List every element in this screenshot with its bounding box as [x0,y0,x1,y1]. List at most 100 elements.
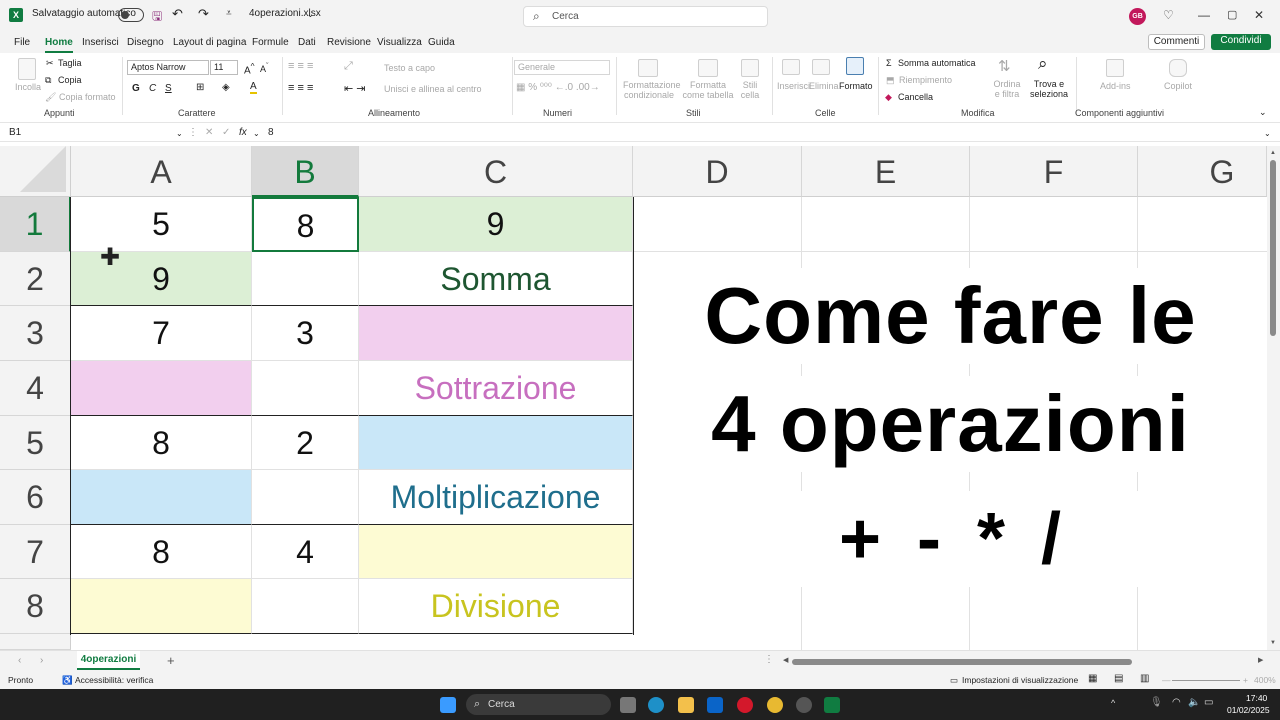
row-header-7[interactable]: 7 [0,525,71,579]
cell-c8[interactable]: Divisione [359,579,633,634]
format-table-button[interactable]: Formatta come tabella [679,80,737,100]
indent-icon[interactable]: ⇤ ⇥ [344,82,366,95]
cell-c6[interactable]: Moltiplicazione [359,470,633,525]
format-table-icon[interactable] [698,59,718,77]
cell-styles-icon[interactable] [741,59,759,77]
row-header-4[interactable]: 4 [0,361,71,416]
italic-button[interactable]: C [149,83,156,94]
minimize-icon[interactable]: — [1198,8,1210,22]
share-button[interactable]: Condividi [1211,34,1271,50]
file-explorer-icon[interactable] [678,697,694,713]
name-box[interactable]: B1 [9,127,21,138]
tab-file[interactable]: File [14,37,30,48]
align-top-icon[interactable]: ≡ ≡ ≡ [288,60,313,72]
cell-a5[interactable]: 8 [71,416,252,470]
excel-taskbar-icon[interactable] [824,697,840,713]
clock-date[interactable]: 01/02/2025 [1227,705,1270,715]
cell-a4[interactable] [71,361,252,416]
currency-icon[interactable]: ▦ % ⁰⁰⁰ ←.0 .00→ [516,82,600,93]
clock-time[interactable]: 17:40 [1246,693,1267,703]
search-input[interactable]: Cerca [523,6,768,27]
borders-icon[interactable]: ⊞ [196,82,204,93]
format-cells-button[interactable]: Formato [839,81,873,91]
eraser-icon[interactable]: ◆ [885,92,892,103]
restore-icon[interactable]: ▢ [1227,8,1237,21]
cell-c2[interactable]: Somma [359,252,633,306]
row-header-8[interactable]: 8 [0,579,71,634]
fill-icon[interactable]: ⬒ [886,75,895,86]
horizontal-scroll-thumb[interactable] [792,659,1132,665]
chrome-icon[interactable] [767,697,783,713]
cell-a1[interactable]: 5 [71,197,252,252]
cell-a2[interactable]: 9 [71,252,252,306]
expand-formula-icon[interactable]: ⌄ [1264,129,1271,138]
tab-insert[interactable]: Inserisci [82,37,119,48]
name-box-chevron-icon[interactable]: ⌄ [176,129,183,138]
vertical-scroll-thumb[interactable] [1270,160,1276,336]
row-header-3[interactable]: 3 [0,306,71,361]
taskbar-search-input[interactable]: ⌕ Cerca [466,694,611,715]
delete-cells-button[interactable]: Elimina [809,81,839,91]
row-header-9[interactable] [0,634,71,650]
tray-chevron-icon[interactable]: ^ [1111,698,1115,708]
autosum-icon[interactable]: Σ [886,58,892,68]
scroll-up-icon[interactable]: ▲ [1270,150,1276,156]
fx-chevron-icon[interactable]: ⌄ [253,129,260,138]
tab-home[interactable]: Home [45,37,73,53]
fill-button[interactable]: Riempimento [899,75,952,85]
page-break-view-icon[interactable]: ▥ [1140,673,1149,684]
fill-color-icon[interactable]: ◈ [222,82,230,93]
add-sheet-icon[interactable]: + [167,653,175,668]
tab-help[interactable]: Guida [428,37,455,48]
cut-icon[interactable]: ✂ [46,58,54,69]
collapse-ribbon-icon[interactable]: ⌄ [1259,107,1267,118]
sort-filter-icon[interactable]: ⇅ [998,57,1011,75]
scroll-down-icon[interactable]: ▼ [1270,640,1276,646]
font-name-select[interactable]: Aptos Narrow [127,60,209,75]
lightbulb-icon[interactable]: ♡ [1163,8,1174,22]
vertical-scrollbar[interactable]: ▲ ▼ [1267,146,1280,650]
avatar[interactable]: GB [1129,8,1146,25]
copilot-icon[interactable] [1169,59,1187,77]
scroll-left-icon[interactable]: ◀ [783,656,788,664]
decrease-font-icon[interactable]: Aˇ [260,61,269,74]
cell-b1[interactable]: 8 [252,197,359,252]
cell-styles-button[interactable]: Stili cella [736,80,764,100]
normal-view-icon[interactable]: ▦ [1088,673,1097,684]
windows-start-icon[interactable] [440,697,456,713]
column-header-b[interactable]: B [252,146,359,197]
tab-formulas[interactable]: Formule [252,37,289,48]
prev-sheet-icon[interactable]: ‹ [18,655,21,666]
find-select-button[interactable]: Trova e seleziona [1028,79,1070,99]
number-format-select[interactable]: Generale [514,60,610,75]
conditional-format-button[interactable]: Formattazione condizionale [623,80,681,100]
row-header-6[interactable]: 6 [0,470,71,525]
autosum-button[interactable]: Somma automatica [898,58,976,68]
tab-data[interactable]: Dati [298,37,316,48]
paste-icon[interactable] [18,58,36,80]
autosave-toggle[interactable] [118,8,144,22]
format-painter-icon[interactable]: 🖌 [45,92,56,103]
scroll-right-icon[interactable]: ▶ [1258,656,1263,664]
cell-c4[interactable]: Sottrazione [359,361,633,416]
page-layout-view-icon[interactable]: ▤ [1114,673,1123,684]
zoom-level[interactable]: 400% [1254,675,1276,685]
zoom-slider[interactable] [1172,680,1240,681]
cell-b4[interactable] [252,361,359,416]
sheet-tab[interactable]: 4operazioni [77,651,140,670]
find-select-icon[interactable]: ⌕ [1038,54,1048,74]
insert-cells-button[interactable]: Inserisci [777,81,810,91]
conditional-format-icon[interactable] [638,59,658,77]
customize-toolbar-icon[interactable]: ⩡ [226,8,232,19]
next-sheet-icon[interactable]: › [40,655,43,666]
increase-font-icon[interactable]: A^ [244,61,255,76]
format-cells-icon[interactable] [846,57,864,75]
cell-b2[interactable] [252,252,359,306]
align-left-icon[interactable]: ≡ ≡ ≡ [288,82,313,94]
display-settings[interactable]: Impostazioni di visualizzazione [962,675,1078,685]
cell-c5[interactable] [359,416,633,470]
app-icon[interactable] [796,697,812,713]
wifi-icon[interactable]: ◠ [1172,697,1181,708]
microphone-icon[interactable]: 🎙 [1150,697,1163,708]
task-view-icon[interactable] [620,697,636,713]
